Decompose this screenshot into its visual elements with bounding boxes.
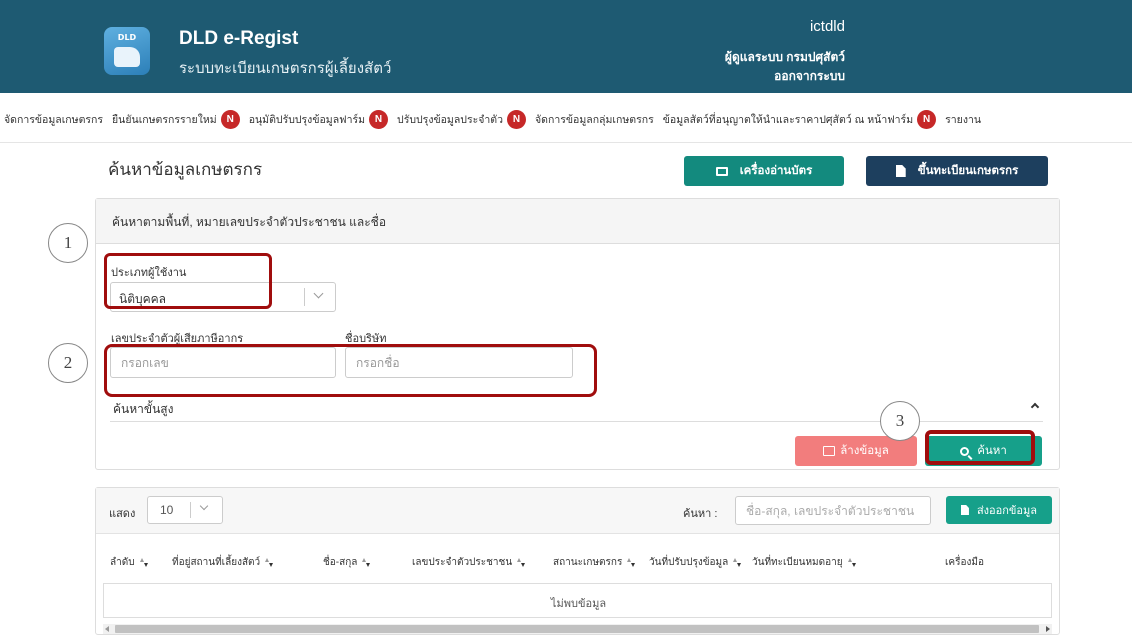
register-farmer-button[interactable]: ขึ้นทะเบียนเกษตรกร — [866, 156, 1048, 186]
nav-item-label: จัดการข้อมูลกลุ่มเกษตรกร — [535, 113, 654, 126]
sort-icon — [265, 557, 274, 568]
sort-icon — [362, 557, 371, 568]
column-label: เครื่องมือ — [945, 557, 984, 568]
clear-button-label: ล้างข้อมูล — [840, 445, 889, 457]
new-badge: N — [507, 109, 526, 129]
annotation-number-2: 2 — [48, 343, 88, 383]
nav-item-reports[interactable]: รายงาน — [945, 111, 981, 128]
register-farmer-label: ขึ้นทะเบียนเกษตรกร — [917, 165, 1019, 177]
sort-icon — [139, 557, 148, 568]
page-size-label: แสดง — [109, 508, 136, 520]
main-nav: จัดการข้อมูลเกษตรกร ยืนยันเกษตรกรรายใหม่… — [0, 108, 1132, 130]
empty-table-row: ไม่พบข้อมูล — [103, 583, 1052, 618]
annotation-number-3: 3 — [880, 401, 920, 441]
nav-item-label: ปรับปรุงข้อมูลประจำตัว — [397, 113, 503, 126]
column-header-name[interactable]: ชื่อ-สกุล — [323, 555, 371, 570]
column-label: วันที่ทะเบียนหมดอายุ — [752, 557, 843, 568]
column-header-updated-date[interactable]: วันที่ปรับปรุงข้อมูล — [649, 555, 742, 570]
nav-item-farmer-groups[interactable]: จัดการข้อมูลกลุ่มเกษตรกร — [535, 111, 654, 128]
select-divider — [190, 502, 191, 518]
horizontal-scrollbar[interactable] — [103, 624, 1052, 634]
column-header-index[interactable]: ลำดับ — [110, 555, 148, 570]
annotation-number-1: 1 — [48, 223, 88, 263]
search-panel-header: ค้นหาตามพื้นที่, หมายเลขประจำตัวประชาชน … — [96, 199, 1059, 244]
dld-logo[interactable]: DLD — [104, 27, 150, 75]
app-header: DLD DLD e-Regist ระบบทะเบียนเกษตรกรผู้เล… — [0, 0, 1132, 93]
column-header-citizen-id[interactable]: เลขประจำตัวประชาชน — [412, 555, 526, 570]
nav-item-animal-prices[interactable]: ข้อมูลสัตว์ที่อนุญาตให้นำและราคาปศุสัตว์… — [662, 109, 937, 129]
column-header-expiry-date[interactable]: วันที่ทะเบียนหมดอายุ — [752, 555, 856, 570]
chevron-down-icon — [313, 288, 324, 299]
nav-item-label: อนุมัติปรับปรุงข้อมูลฟาร์ม — [248, 113, 366, 126]
search-button[interactable]: ค้นหา — [925, 436, 1042, 466]
user-type-label: ประเภทผู้ใช้งาน — [111, 267, 187, 279]
document-icon — [895, 165, 906, 177]
logo-text: DLD — [117, 33, 137, 42]
chevron-down-icon — [199, 501, 209, 511]
search-icon — [960, 446, 970, 456]
document-icon — [960, 505, 969, 515]
user-role: ผู้ดูแลระบบ กรมปศุสัตว์ — [724, 50, 845, 64]
table-search-label: ค้นหา : — [683, 508, 718, 520]
tax-id-label: เลขประจำตัวผู้เสียภาษีอากร — [111, 333, 244, 345]
new-badge: N — [369, 109, 389, 129]
nav-divider — [0, 142, 1132, 143]
page-size-value: 10 — [160, 503, 174, 517]
advanced-search-toggle[interactable]: ค้นหาขั้นสูง — [113, 400, 173, 419]
scroll-right-icon[interactable] — [1046, 626, 1050, 632]
scrollbar-thumb[interactable] — [115, 625, 1039, 633]
nav-item-label: ยืนยันเกษตรกรรายใหม่ — [112, 113, 217, 126]
eraser-icon — [823, 446, 836, 456]
sort-icon — [627, 557, 636, 568]
search-panel-heading: ค้นหาตามพื้นที่, หมายเลขประจำตัวประชาชน … — [112, 215, 387, 229]
table-search-input[interactable] — [735, 496, 931, 525]
sort-icon — [847, 557, 856, 568]
app-title: DLD e-Regist — [179, 28, 299, 49]
nav-item-label: จัดการข้อมูลเกษตรกร — [4, 113, 104, 126]
sort-icon — [517, 557, 526, 568]
user-type-value: นิติบุคคล — [119, 292, 167, 306]
user-type-select[interactable]: นิติบุคคล — [110, 282, 336, 312]
nav-item-label: ข้อมูลสัตว์ที่อนุญาตให้นำและราคาปศุสัตว์… — [662, 113, 914, 126]
nav-item-update-personal-info[interactable]: ปรับปรุงข้อมูลประจำตัว N — [397, 109, 526, 129]
nav-item-label: รายงาน — [945, 113, 982, 126]
search-button-label: ค้นหา — [977, 445, 1007, 457]
nav-item-manage-farmers[interactable]: จัดการข้อมูลเกษตรกร — [4, 111, 103, 128]
user-name: ictdld — [809, 18, 845, 35]
column-label: วันที่ปรับปรุงข้อมูล — [649, 557, 729, 568]
nav-item-confirm-new-farmers[interactable]: ยืนยันเกษตรกรรายใหม่ N — [112, 109, 240, 129]
sort-icon — [733, 557, 742, 568]
column-header-address[interactable]: ที่อยู่สถานที่เลี้ยงสัตว์ — [172, 555, 274, 570]
logout-link[interactable]: ออกจากระบบ — [774, 67, 845, 86]
new-badge: N — [917, 109, 937, 129]
column-label: เลขประจำตัวประชาชน — [412, 557, 513, 568]
company-name-label: ชื่อบริษัท — [345, 333, 387, 345]
export-button[interactable]: ส่งออกข้อมูล — [946, 496, 1052, 524]
tax-id-input[interactable] — [110, 347, 336, 378]
company-name-input[interactable] — [345, 347, 573, 378]
column-label: ลำดับ — [110, 557, 135, 568]
scroll-left-icon[interactable] — [105, 626, 109, 632]
logo-animal-icon — [114, 47, 140, 67]
empty-table-message: ไม่พบข้อมูล — [550, 598, 607, 610]
page-size-select[interactable]: 10 — [147, 496, 223, 524]
select-divider — [304, 288, 305, 306]
card-reader-label: เครื่องอ่านบัตร — [739, 165, 813, 177]
nav-item-approve-farm-update[interactable]: อนุมัติปรับปรุงข้อมูลฟาร์ม N — [248, 109, 389, 129]
new-badge: N — [220, 109, 240, 129]
app-subtitle: ระบบทะเบียนเกษตรกรผู้เลี้ยงสัตว์ — [179, 60, 392, 77]
card-reader-icon — [715, 166, 728, 176]
column-header-status[interactable]: สถานะเกษตรกร — [553, 555, 636, 570]
column-label: ชื่อ-สกุล — [323, 557, 358, 568]
column-label: สถานะเกษตรกร — [553, 557, 623, 568]
card-reader-button[interactable]: เครื่องอ่านบัตร — [684, 156, 844, 186]
page-title: ค้นหาข้อมูลเกษตรกร — [108, 160, 263, 179]
column-label: ที่อยู่สถานที่เลี้ยงสัตว์ — [172, 557, 261, 568]
column-header-tools: เครื่องมือ — [945, 555, 984, 570]
export-button-label: ส่งออกข้อมูล — [976, 505, 1038, 517]
